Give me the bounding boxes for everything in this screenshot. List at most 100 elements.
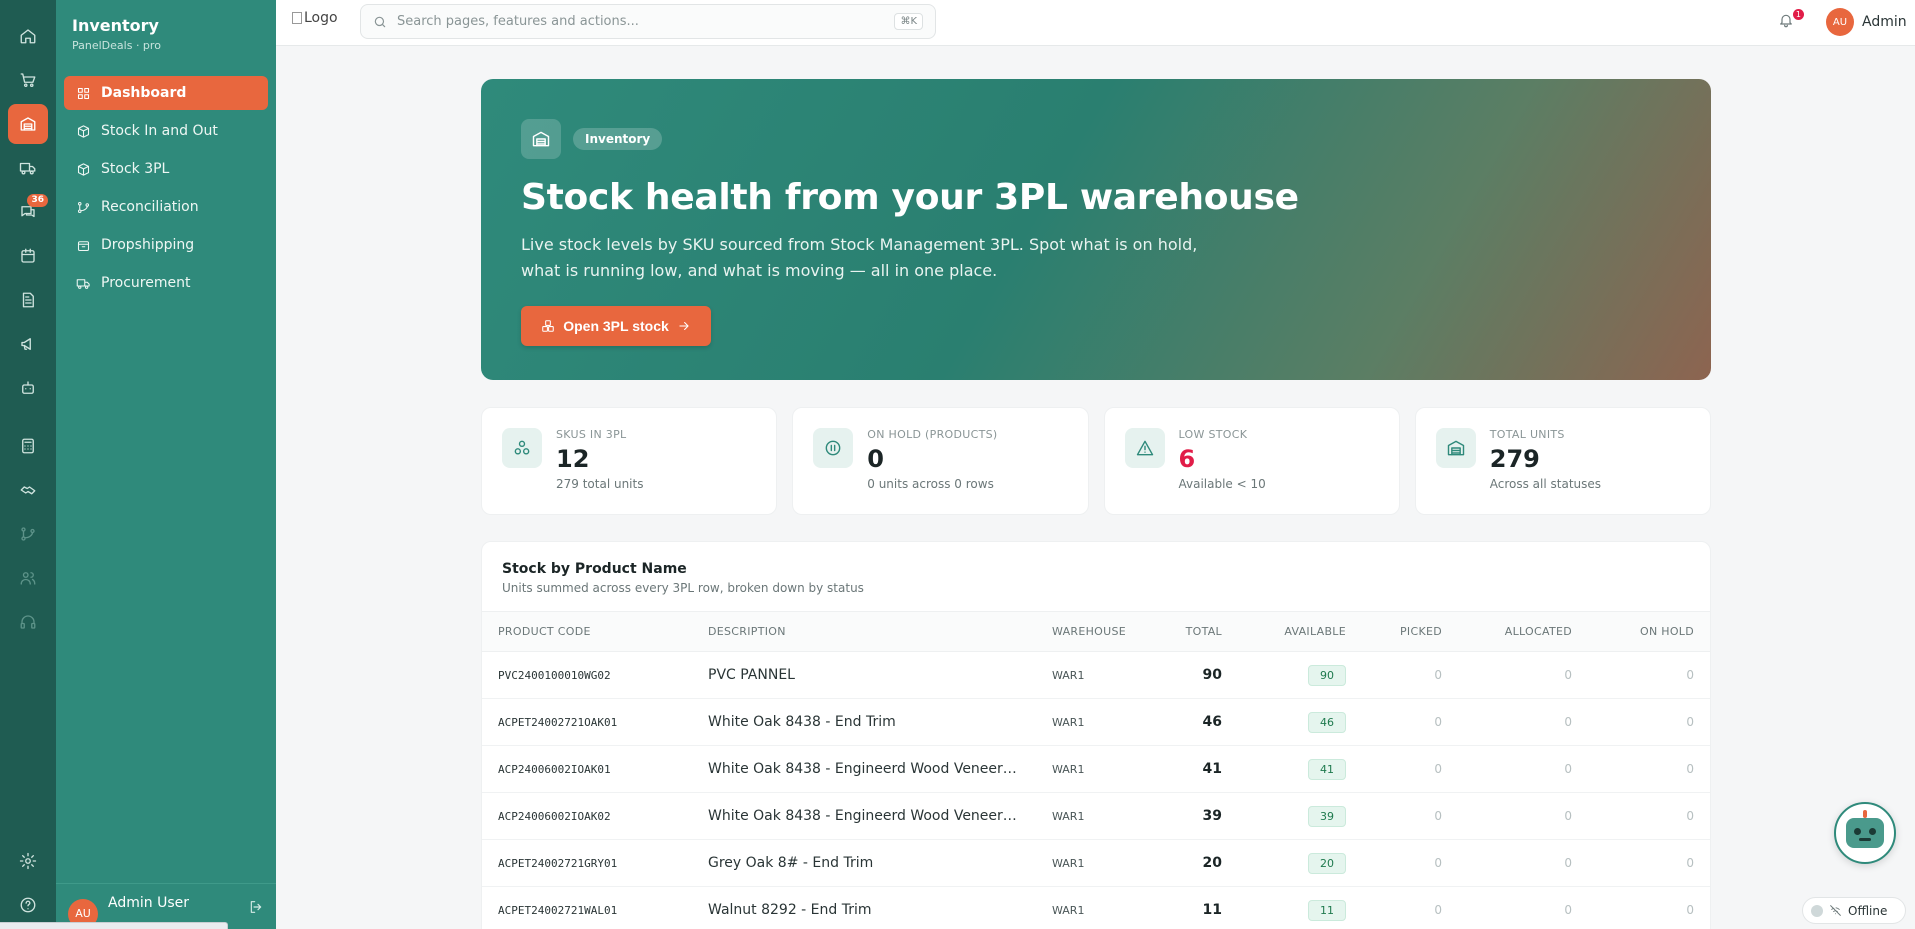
handshake-icon[interactable]: [8, 470, 48, 510]
warehouse-icon[interactable]: [8, 104, 48, 144]
home-icon[interactable]: [8, 16, 48, 56]
hero-description: Live stock levels by SKU sourced from St…: [521, 235, 1198, 280]
headset-icon[interactable]: [8, 602, 48, 642]
cart-icon[interactable]: [8, 60, 48, 100]
gear-icon[interactable]: [8, 841, 48, 881]
column-header[interactable]: DESCRIPTION: [692, 612, 1036, 652]
sidebar-item-dashboard[interactable]: Dashboard: [64, 76, 268, 110]
status-label: Offline: [1848, 903, 1888, 918]
sidebar-item-label: Dropshipping: [101, 237, 195, 253]
stat-note: 279 total units: [556, 477, 644, 491]
branch-icon: [77, 201, 90, 213]
robot-icon[interactable]: [8, 368, 48, 408]
product-code: ACP24006002IOAK02: [482, 792, 692, 840]
total: 20: [1146, 839, 1238, 887]
pause-icon: [813, 428, 854, 468]
logo[interactable]: Logo: [292, 10, 338, 26]
truck-icon[interactable]: [8, 148, 48, 188]
on-hold: 0: [1588, 698, 1710, 746]
available-cell: 20: [1238, 839, 1362, 887]
branch-icon[interactable]: [8, 514, 48, 554]
on-hold: 0: [1588, 745, 1710, 793]
product-code: ACPET24002721GRY01: [482, 839, 692, 887]
user-menu[interactable]: AU Admin: [1826, 8, 1907, 36]
table-row[interactable]: PVC2400100010WG02 PVC PANNEL WAR1 90 90 …: [482, 651, 1710, 699]
column-header[interactable]: PICKED: [1362, 612, 1458, 652]
stat-value: 6: [1178, 445, 1196, 473]
table-row[interactable]: ACP24006002IOAK01 White Oak 8438 - Engin…: [482, 745, 1710, 793]
table-row[interactable]: ACPET24002721GRY01 Grey Oak 8# - End Tri…: [482, 839, 1710, 887]
on-hold: 0: [1588, 839, 1710, 887]
open-3pl-stock-button[interactable]: Open 3PL stock: [521, 306, 711, 346]
logo-alt-text: Logo: [304, 10, 338, 26]
sidebar-item-stock-in-out[interactable]: Stock In and Out: [64, 114, 268, 148]
stat-label: LOW STOCK: [1178, 428, 1248, 441]
sidebar-title: Inventory: [72, 16, 159, 35]
available-badge: 11: [1308, 899, 1346, 921]
sidebar-item-reconciliation[interactable]: Reconciliation: [64, 190, 268, 224]
description-cell: White Oak 8438 - Engineerd Wood Veneer A…: [692, 792, 1036, 840]
table-row[interactable]: ACP24006002IOAK02 White Oak 8438 - Engin…: [482, 792, 1710, 840]
allocated: 0: [1458, 792, 1588, 840]
column-header[interactable]: ALLOCATED: [1458, 612, 1588, 652]
description: White Oak 8438 - Engineerd Wood Veneer A…: [708, 808, 1020, 824]
button-label: Open 3PL stock: [563, 318, 669, 334]
available-cell: 41: [1238, 745, 1362, 793]
warehouse-icon: [521, 119, 561, 159]
table-row[interactable]: ACPET24002721OAK01 White Oak 8438 - End …: [482, 698, 1710, 746]
description-cell: White Oak 8438 - End Trim: [692, 698, 1036, 746]
help-icon[interactable]: [8, 885, 48, 925]
hero-badge: Inventory: [573, 128, 663, 150]
on-hold: 0: [1588, 886, 1710, 929]
topbar: Logo ⌘K 1 AU Admin: [276, 0, 1915, 46]
status-dot: [1811, 904, 1823, 917]
notifications-button[interactable]: 1: [1778, 9, 1804, 32]
calculator-icon[interactable]: [8, 426, 48, 466]
column-header[interactable]: AVAILABLE: [1238, 612, 1362, 652]
user-name: Admin: [1862, 14, 1907, 30]
document-icon[interactable]: [8, 280, 48, 320]
search-input[interactable]: [397, 14, 895, 29]
wifi-off-icon: [1830, 905, 1841, 916]
sidebar-item-label: Dashboard: [101, 85, 187, 101]
allocated: 0: [1458, 698, 1588, 746]
table-row[interactable]: ACPET24002721WAL01 Walnut 8292 - End Tri…: [482, 886, 1710, 929]
grid-icon: [77, 87, 90, 99]
column-header[interactable]: ON HOLD: [1588, 612, 1710, 652]
picked: 0: [1362, 651, 1458, 699]
total: 11: [1146, 886, 1238, 929]
sidebar-item-label: Stock 3PL: [101, 161, 170, 177]
logout-icon[interactable]: [248, 899, 264, 915]
product-code: ACPET24002721WAL01: [482, 886, 692, 929]
column-header[interactable]: TOTAL: [1146, 612, 1238, 652]
stat-card-total-units: TOTAL UNITS 279 Across all statuses: [1414, 407, 1711, 515]
stat-cards: SKUS IN 3PL 12 279 total units ON HOLD (…: [481, 407, 1711, 515]
connection-status[interactable]: Offline: [1802, 897, 1906, 924]
sidebar-item-stock-3pl[interactable]: Stock 3PL: [64, 152, 268, 186]
box-icon: [77, 162, 90, 176]
users-icon[interactable]: [8, 558, 48, 598]
column-header[interactable]: PRODUCT CODE: [482, 612, 692, 652]
calendar-icon[interactable]: [8, 236, 48, 276]
search-bar[interactable]: ⌘K: [360, 4, 936, 39]
megaphone-icon[interactable]: [8, 324, 48, 364]
on-hold: 0: [1588, 792, 1710, 840]
on-hold: 0: [1588, 651, 1710, 699]
total: 41: [1146, 745, 1238, 793]
column-header[interactable]: WAREHOUSE: [1036, 612, 1146, 652]
stat-value: 12: [556, 445, 590, 473]
boxes-icon: [502, 428, 542, 468]
description: White Oak 8438 - End Trim: [708, 714, 896, 730]
available-badge: 90: [1308, 664, 1346, 686]
sidebar-item-procurement[interactable]: Procurement: [64, 266, 268, 300]
sidebar-item-label: Procurement: [101, 275, 191, 291]
total: 90: [1146, 651, 1238, 699]
chat-icon[interactable]: 36: [8, 192, 48, 232]
assistant-bot-button[interactable]: [1834, 802, 1896, 864]
stat-label: SKUS IN 3PL: [556, 428, 627, 441]
stat-label: ON HOLD (PRODUCTS): [867, 428, 998, 441]
stat-value: 0: [867, 445, 884, 473]
total: 46: [1146, 698, 1238, 746]
sidebar-item-dropshipping[interactable]: Dropshipping: [64, 228, 268, 262]
allocated: 0: [1458, 839, 1588, 887]
